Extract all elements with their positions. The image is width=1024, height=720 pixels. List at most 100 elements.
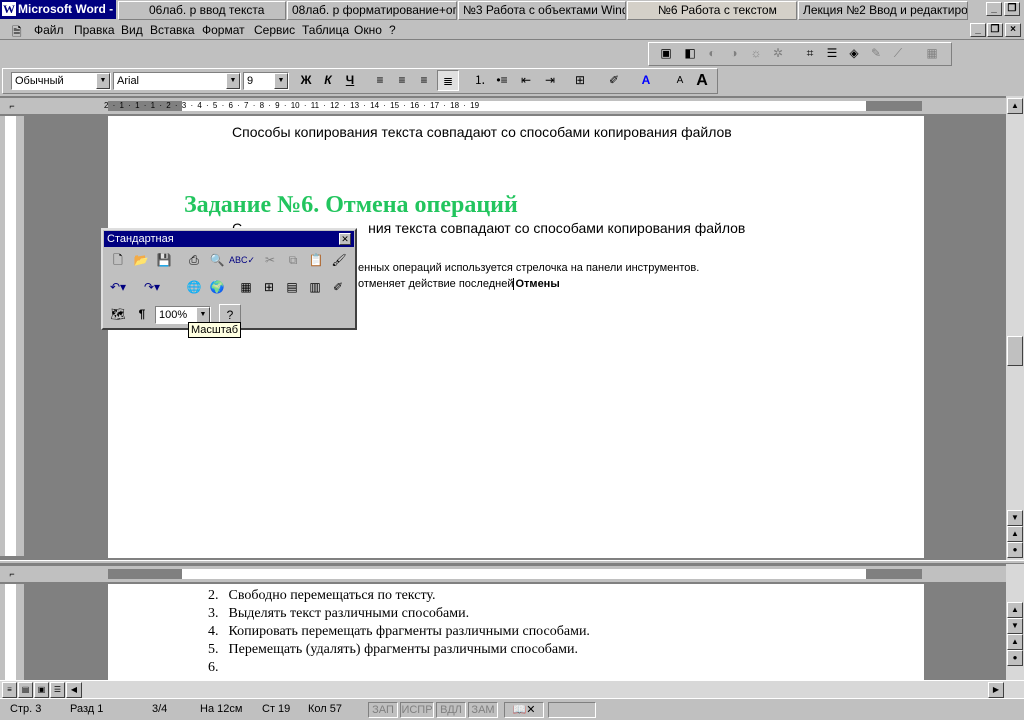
menu-window[interactable]: Окно: [354, 23, 382, 37]
print-view-icon[interactable]: ▣: [34, 682, 49, 698]
align-center-icon[interactable]: ≡: [391, 70, 413, 91]
underline-button[interactable]: Ч: [339, 70, 361, 91]
chevron-down-icon[interactable]: ▼: [196, 307, 210, 323]
size-combo[interactable]: 9 ▼: [243, 72, 289, 90]
floating-toolbar-title[interactable]: Стандартная ✕: [104, 231, 354, 247]
horizontal-scrollbar[interactable]: ≡ ▤ ▣ ☰ ◀ ▶: [0, 680, 1024, 698]
vertical-scrollbar-upper[interactable]: ▲ ▼ ▲ ●: [1006, 96, 1024, 560]
spelling-status-icon[interactable]: 📖✕: [504, 702, 544, 718]
set-transparent-icon[interactable]: ⟋: [887, 43, 909, 64]
crop-icon[interactable]: ⌗: [799, 43, 821, 64]
chevron-down-icon[interactable]: ▼: [226, 73, 240, 89]
show-hide-icon[interactable]: ¶: [131, 304, 153, 325]
less-brightness-icon[interactable]: ✲: [767, 43, 789, 64]
tables-borders-icon[interactable]: ▦: [235, 277, 257, 298]
text-wrap-icon[interactable]: ◈: [843, 43, 865, 64]
line-style-icon[interactable]: ☰: [821, 43, 843, 64]
more-contrast-icon[interactable]: ◐: [701, 43, 723, 64]
print-icon[interactable]: ⎙: [183, 250, 205, 271]
close-icon[interactable]: ✕: [339, 233, 351, 245]
status-ovr[interactable]: ЗАМ: [468, 702, 498, 718]
highlight-icon[interactable]: ✐: [603, 70, 625, 91]
menu-insert[interactable]: Вставка: [150, 23, 195, 37]
image-control-icon[interactable]: ◧: [679, 43, 701, 64]
open-icon[interactable]: 📂: [130, 250, 152, 271]
doc-icon[interactable]: 🗎: [12, 23, 22, 44]
less-contrast-icon[interactable]: ◑: [723, 43, 745, 64]
doc-tab-5[interactable]: Лекция №2 Ввод и редактирован: [798, 1, 968, 20]
status-trk[interactable]: ИСПР: [400, 702, 434, 718]
web-toolbar-icon[interactable]: 🌍: [206, 277, 228, 298]
preview-icon[interactable]: 🔍: [206, 250, 228, 271]
app-title[interactable]: W Microsoft Word -: [0, 0, 116, 19]
style-combo[interactable]: Обычный ▼: [11, 72, 111, 90]
numbering-icon[interactable]: ⒈: [469, 70, 491, 91]
shrink-font-icon[interactable]: A: [669, 70, 691, 91]
menu-edit[interactable]: Правка: [74, 23, 115, 37]
tab-selector-icon[interactable]: ⌐: [6, 101, 18, 112]
italic-button[interactable]: К: [317, 70, 339, 91]
menu-table[interactable]: Таблица: [302, 23, 349, 37]
align-right-icon[interactable]: ≡: [413, 70, 435, 91]
select-browse-icon[interactable]: ●: [1007, 542, 1023, 558]
restore-app-button[interactable]: ❐: [1004, 2, 1020, 16]
undo-icon[interactable]: ↶▾: [107, 277, 129, 298]
minimize-app-button[interactable]: _: [986, 2, 1002, 16]
tab-selector-icon[interactable]: ⌐: [6, 569, 18, 580]
more-brightness-icon[interactable]: ☼: [745, 43, 767, 64]
spell-icon[interactable]: ABC✓: [229, 250, 255, 271]
horizontal-ruler[interactable]: ⌐ 2 · 1 · 1 · 1 · 2 · 3 · 4 · 5 · 6 · 7 …: [0, 98, 1006, 114]
bold-button[interactable]: Ж: [295, 70, 317, 91]
normal-view-icon[interactable]: ≡: [2, 682, 17, 698]
doc-tab-2[interactable]: 08лаб. р форматирование+оглав: [287, 1, 457, 20]
prev-page-icon[interactable]: ▲: [1007, 526, 1023, 542]
scroll-up-icon[interactable]: ▲: [1007, 98, 1023, 114]
document-page-lower[interactable]: 2. Свободно перемещаться по тексту. 3. Выд…: [108, 584, 924, 680]
justify-icon[interactable]: ≣: [437, 70, 459, 91]
copy-icon[interactable]: ⧉: [282, 250, 304, 271]
menu-tools[interactable]: Сервис: [254, 23, 295, 37]
vertical-ruler[interactable]: [0, 116, 24, 556]
drawing-icon[interactable]: ✐: [327, 277, 349, 298]
doc-tab-4-active[interactable]: №6 Работа с текстом: [627, 1, 797, 20]
prev-page-icon[interactable]: ▲: [1007, 634, 1023, 650]
chevron-down-icon[interactable]: ▼: [274, 73, 288, 89]
doc-map-icon[interactable]: 🗺: [107, 304, 129, 325]
cut-icon[interactable]: ✂: [259, 250, 281, 271]
grow-font-icon[interactable]: A: [691, 70, 713, 91]
menu-view[interactable]: Вид: [121, 23, 143, 37]
vertical-scrollbar-lower[interactable]: ▲ ▼ ▲ ●: [1006, 564, 1024, 680]
horizontal-ruler-lower[interactable]: ⌐: [0, 566, 1006, 582]
save-icon[interactable]: 💾: [153, 250, 175, 271]
minimize-doc-button[interactable]: _: [970, 23, 986, 37]
standard-toolbar-floating[interactable]: Стандартная ✕ 🗋 📂 💾 ⎙ 🔍 ABC✓ ✂ ⧉ 📋 🖌 ↶▾ …: [101, 228, 357, 330]
scroll-up-icon[interactable]: ▲: [1007, 602, 1023, 618]
status-rec[interactable]: ЗАП: [368, 702, 398, 718]
borders-icon[interactable]: ⊞: [569, 70, 591, 91]
increase-indent-icon[interactable]: ⇥: [539, 70, 561, 91]
insert-excel-icon[interactable]: ▤: [281, 277, 303, 298]
chevron-down-icon[interactable]: ▼: [96, 73, 110, 89]
paste-icon[interactable]: 📋: [305, 250, 327, 271]
doc-tab-1[interactable]: 06лаб. р ввод текста: [118, 1, 286, 20]
reset-picture-icon[interactable]: ▦: [921, 43, 943, 64]
close-doc-button[interactable]: ×: [1005, 23, 1021, 37]
insert-table-icon[interactable]: ⊞: [258, 277, 280, 298]
scroll-thumb[interactable]: [1007, 336, 1023, 366]
restore-doc-button[interactable]: ❐: [987, 23, 1003, 37]
doc-tab-3[interactable]: №3 Работа с объектами Window: [458, 1, 626, 20]
menu-help[interactable]: ?: [389, 23, 396, 37]
font-color-icon[interactable]: A: [635, 70, 657, 91]
align-left-icon[interactable]: ≡: [369, 70, 391, 91]
redo-icon[interactable]: ↷▾: [141, 277, 163, 298]
select-browse-icon[interactable]: ●: [1007, 650, 1023, 666]
format-painter-icon[interactable]: 🖌: [328, 250, 350, 271]
format-picture-icon[interactable]: ✎: [865, 43, 887, 64]
scroll-down-icon[interactable]: ▼: [1007, 618, 1023, 634]
font-combo[interactable]: Arial ▼: [113, 72, 241, 90]
decrease-indent-icon[interactable]: ⇤: [515, 70, 537, 91]
new-icon[interactable]: 🗋: [107, 250, 129, 271]
columns-icon[interactable]: ▥: [304, 277, 326, 298]
menu-format[interactable]: Формат: [202, 23, 245, 37]
bullets-icon[interactable]: •≡: [491, 70, 513, 91]
